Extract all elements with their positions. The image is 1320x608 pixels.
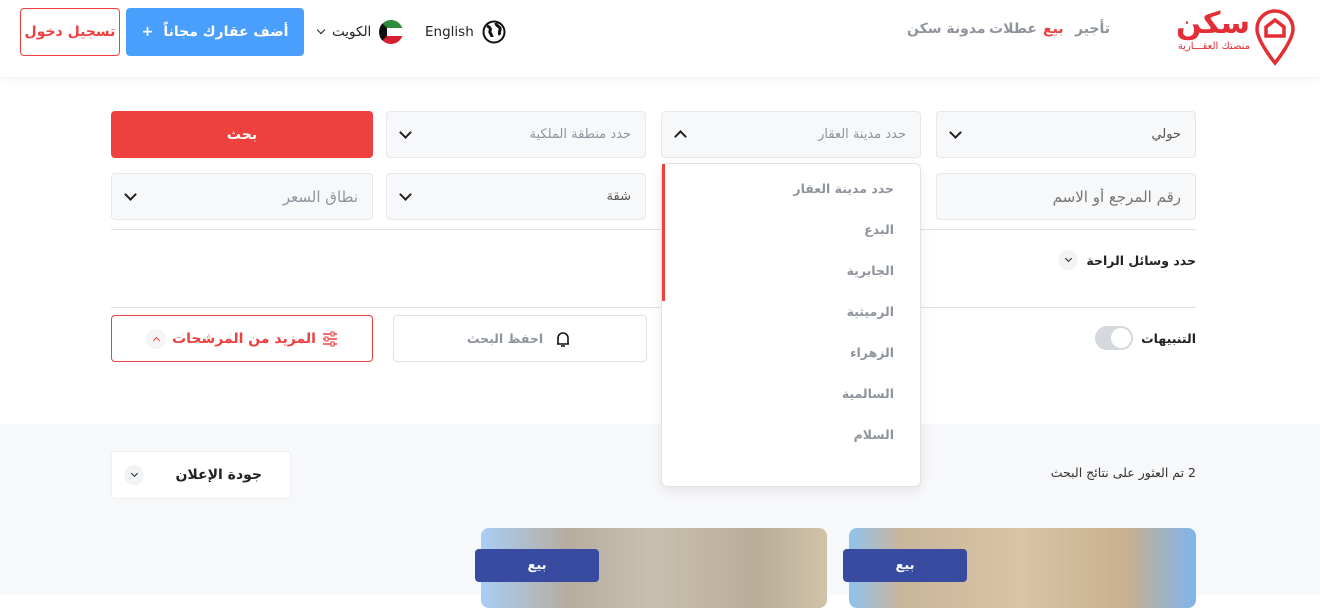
kuwait-flag-icon: [379, 20, 404, 44]
more-filters-button[interactable]: المزيد من المرشحات: [111, 315, 373, 362]
chevron-down-icon: [1058, 250, 1079, 270]
sliders-icon: [322, 331, 337, 346]
property-type-select[interactable]: شقة: [386, 173, 646, 220]
dropdown-option[interactable]: الجابرية: [847, 263, 894, 278]
bell-icon: [557, 331, 570, 347]
logo[interactable]: سكن منصتك العقـــارية: [1146, 6, 1296, 66]
nav-sale[interactable]: بيع: [1043, 21, 1064, 37]
chevron-down-icon: [399, 188, 412, 201]
login-button[interactable]: تسجيل دخول: [20, 8, 120, 56]
dropdown-option[interactable]: البدع: [864, 222, 894, 237]
chevron-up-icon: [674, 130, 687, 143]
sale-badge: بيع: [475, 549, 599, 582]
results-count: 2 تم العثور على نتائج البحث: [1050, 465, 1196, 480]
plus-icon: +: [141, 24, 154, 40]
dropdown-option[interactable]: السلام: [854, 427, 894, 442]
sale-badge: بيع: [843, 549, 967, 582]
ownership-area-select[interactable]: حدد منطقة الملكية: [386, 111, 646, 158]
language-switch[interactable]: English: [425, 20, 506, 44]
header: سكن منصتك العقـــارية تأجير بيع عطلات مد…: [0, 0, 1320, 77]
sort-select[interactable]: جودة الإعلان: [111, 451, 291, 499]
nav-blog[interactable]: مدونة سكن: [907, 21, 986, 37]
country-select[interactable]: الكويت: [316, 20, 404, 44]
alerts-switch[interactable]: التنبيهات: [1095, 326, 1196, 350]
toggle-switch[interactable]: [1095, 326, 1134, 350]
chevron-down-icon: [124, 465, 144, 485]
divider: [111, 307, 1196, 308]
dropdown-option[interactable]: حدد مدينة العقار: [793, 181, 894, 196]
nav-rent[interactable]: تأجير: [1075, 21, 1110, 37]
globe-icon: [482, 20, 506, 44]
search-button[interactable]: بحث: [111, 111, 373, 158]
divider: [111, 229, 1196, 230]
chevron-up-icon: [146, 328, 167, 349]
governorate-select[interactable]: حولي: [936, 111, 1196, 158]
save-search-button[interactable]: احفظ البحث: [393, 315, 647, 362]
price-range-select[interactable]: نطاق السعر: [111, 173, 373, 220]
dropdown-option[interactable]: الزهراء: [850, 345, 894, 360]
add-property-button[interactable]: أضف عقارك مجاناً +: [126, 8, 304, 56]
city-select[interactable]: حدد مدينة العقار: [661, 111, 921, 158]
scrollbar[interactable]: [662, 164, 665, 301]
reference-input[interactable]: [936, 173, 1196, 220]
location-pin-icon: [1255, 9, 1295, 66]
chevron-down-icon: [316, 25, 326, 35]
dropdown-option[interactable]: الرميثية: [847, 304, 894, 319]
amenities-toggle[interactable]: حدد وسائل الراحة: [1058, 250, 1196, 270]
chevron-down-icon: [399, 126, 412, 139]
chevron-down-icon: [124, 188, 137, 201]
city-dropdown-menu: حدد مدينة العقار البدع الجابرية الرميثية…: [661, 163, 921, 487]
nav-holidays[interactable]: عطلات: [989, 21, 1037, 37]
chevron-down-icon: [949, 126, 962, 139]
dropdown-option[interactable]: السالمية: [842, 386, 894, 401]
